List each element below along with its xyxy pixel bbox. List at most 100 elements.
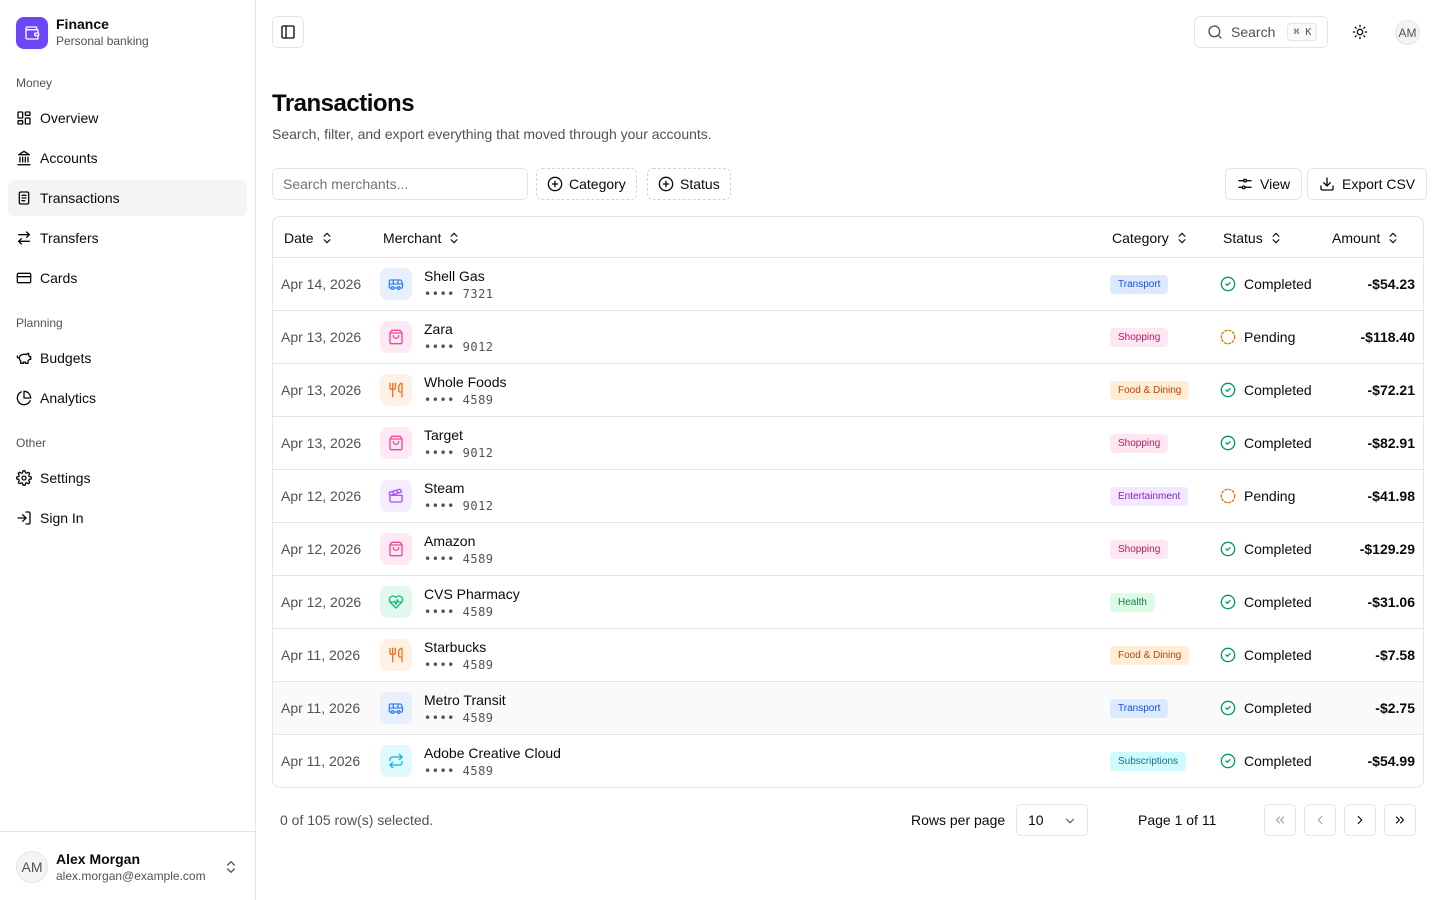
utensils-icon <box>380 639 412 671</box>
brand-subtitle: Personal banking <box>56 34 149 48</box>
column-header-amount[interactable]: Amount <box>1332 217 1400 258</box>
header-avatar[interactable]: AM <box>1395 20 1420 45</box>
sidebar-item-cards[interactable]: Cards <box>8 260 247 296</box>
cell-date: Apr 12, 2026 <box>281 541 362 557</box>
chevron-left-icon <box>1313 813 1327 827</box>
sort-icon <box>1269 231 1283 245</box>
card-number: •••• 4589 <box>424 764 494 778</box>
sidebar-item-accounts[interactable]: Accounts <box>8 140 247 176</box>
nav-group-money: Money <box>16 76 53 90</box>
table-row[interactable]: Apr 14, 2026 Shell Gas •••• 7321 Transport C… <box>273 258 1423 311</box>
view-options-button[interactable]: View <box>1225 168 1303 200</box>
brand-name: Finance <box>56 16 109 32</box>
sidebar-item-label: Sign In <box>40 510 84 526</box>
status-cell: Completed <box>1220 364 1312 416</box>
sliders-icon <box>1237 176 1253 192</box>
selected-count: 0 of 105 row(s) selected. <box>280 812 434 828</box>
merchant-name: Adobe Creative Cloud <box>424 745 561 761</box>
search-icon <box>1207 24 1223 40</box>
sidebar-item-analytics[interactable]: Analytics <box>8 380 247 416</box>
rows-per-page-select[interactable]: 10 <box>1016 804 1088 836</box>
sidebar-item-budgets[interactable]: Budgets <box>8 340 247 376</box>
check-circle-icon <box>1220 435 1236 451</box>
category-badge: Transport <box>1110 699 1169 718</box>
last-page-button[interactable] <box>1384 804 1416 836</box>
sidebar-toggle-button[interactable] <box>272 16 304 48</box>
cell-amount: -$31.06 <box>1367 594 1415 610</box>
status-cell: Completed <box>1220 576 1312 628</box>
card-number: •••• 4589 <box>424 393 494 407</box>
sidebar-item-label: Transactions <box>40 190 120 206</box>
check-circle-icon <box>1220 594 1236 610</box>
merchant-name: Amazon <box>424 533 476 549</box>
status-label: Completed <box>1244 382 1312 398</box>
category-badge: Transport <box>1110 275 1169 294</box>
column-header-status[interactable]: Status <box>1223 217 1283 258</box>
cell-amount: -$7.58 <box>1375 647 1415 663</box>
category-badge: Food & Dining <box>1110 381 1190 400</box>
status-label: Completed <box>1244 435 1312 451</box>
cell-date: Apr 12, 2026 <box>281 488 362 504</box>
sidebar-item-transfers[interactable]: Transfers <box>8 220 247 256</box>
user-name: Alex Morgan <box>56 851 141 867</box>
table-row[interactable]: Apr 12, 2026 Amazon •••• 4589 Shopping Compl… <box>273 523 1423 576</box>
bus-icon <box>380 692 412 724</box>
cell-amount: -$129.29 <box>1359 541 1415 557</box>
sidebar-item-transactions[interactable]: Transactions <box>8 180 247 216</box>
column-header-merchant[interactable]: Merchant <box>383 217 461 258</box>
cell-date: Apr 11, 2026 <box>281 753 361 769</box>
sidebar-item-sign-in[interactable]: Sign In <box>8 500 247 536</box>
page-title: Transactions <box>272 90 415 117</box>
first-page-button[interactable] <box>1264 804 1296 836</box>
export-csv-button[interactable]: Export CSV <box>1307 168 1428 200</box>
layout-grid-icon <box>16 110 32 126</box>
chevron-right-icon <box>1353 813 1367 827</box>
view-label: View <box>1260 176 1291 192</box>
piggy-bank-icon <box>16 350 32 366</box>
merchant-name: CVS Pharmacy <box>424 586 520 602</box>
table-row[interactable]: Apr 13, 2026 Zara •••• 9012 Shopping Pending… <box>273 311 1423 364</box>
avatar: AM <box>16 851 48 883</box>
sidebar-item-overview[interactable]: Overview <box>8 100 247 136</box>
sidebar-item-settings[interactable]: Settings <box>8 460 247 496</box>
table-row[interactable]: Apr 12, 2026 CVS Pharmacy •••• 4589 Health C… <box>273 576 1423 629</box>
sun-icon <box>1352 24 1368 40</box>
shopping-bag-icon <box>380 321 412 353</box>
check-circle-icon <box>1220 753 1236 769</box>
category-filter-button[interactable]: Category <box>536 168 637 200</box>
user-menu[interactable]: AM Alex Morgan alex.morgan@example.com <box>0 831 255 900</box>
next-page-button[interactable] <box>1344 804 1376 836</box>
theme-toggle-button[interactable] <box>1344 16 1376 48</box>
card-number: •••• 4589 <box>424 711 494 725</box>
table-row[interactable]: Apr 11, 2026 Metro Transit •••• 4589 Transp… <box>273 682 1423 735</box>
card-number: •••• 9012 <box>424 446 494 460</box>
cell-date: Apr 13, 2026 <box>281 382 362 398</box>
brand[interactable]: Finance Personal banking <box>16 16 149 49</box>
status-label: Completed <box>1244 541 1312 557</box>
log-in-icon <box>16 510 32 526</box>
status-filter-button[interactable]: Status <box>647 168 731 200</box>
category-badge: Entertainment <box>1110 487 1189 506</box>
column-label: Amount <box>1332 229 1381 246</box>
keyboard-shortcut: ⌘ K <box>1287 23 1318 41</box>
column-header-date[interactable]: Date <box>284 217 334 258</box>
sidebar-item-label: Budgets <box>40 350 92 366</box>
export-label: Export CSV <box>1342 176 1416 192</box>
status-cell: Completed <box>1220 417 1312 469</box>
column-header-category[interactable]: Category <box>1112 217 1189 258</box>
table-row[interactable]: Apr 11, 2026 Adobe Creative Cloud •••• 458… <box>273 735 1423 787</box>
table-row[interactable]: Apr 12, 2026 Steam •••• 9012 Entertainment P… <box>273 470 1423 523</box>
table-row[interactable]: Apr 13, 2026 Whole Foods •••• 4589 Food & D… <box>273 364 1423 417</box>
cell-amount: -$118.40 <box>1360 329 1416 345</box>
receipt-icon <box>16 190 32 206</box>
table-row[interactable]: Apr 11, 2026 Starbucks •••• 4589 Food & Din… <box>273 629 1423 682</box>
table-row[interactable]: Apr 13, 2026 Target •••• 9012 Shopping Compl… <box>273 417 1423 470</box>
global-search-button[interactable]: Search ⌘ K <box>1194 16 1328 48</box>
filter-label: Category <box>569 176 626 192</box>
status-cell: Completed <box>1220 523 1312 575</box>
previous-page-button[interactable] <box>1304 804 1336 836</box>
sort-icon <box>1386 231 1400 245</box>
merchant-name: Target <box>424 427 463 443</box>
merchant-search-input[interactable] <box>272 168 528 200</box>
status-label: Completed <box>1244 700 1312 716</box>
